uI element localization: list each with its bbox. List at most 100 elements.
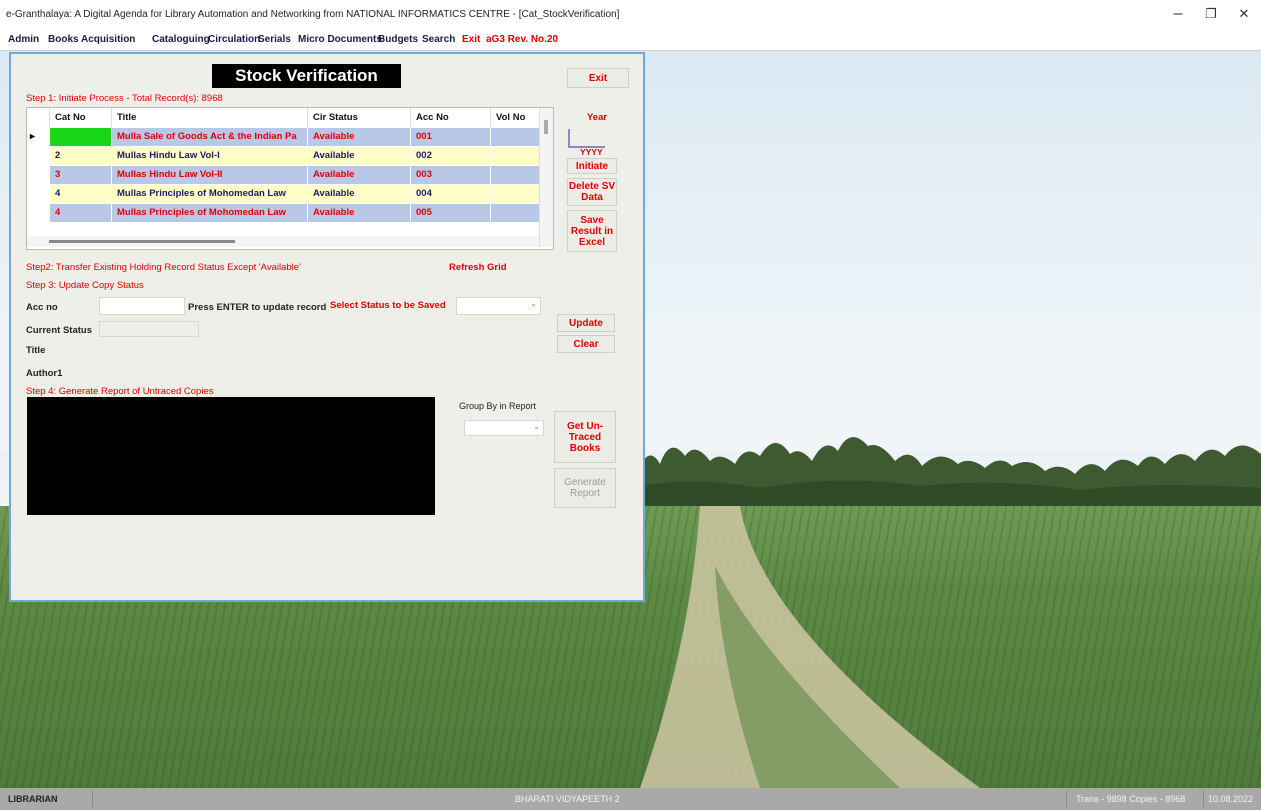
cell-acc-no[interactable]: 002 [410, 145, 491, 166]
step3-label: Step 3: Update Copy Status [26, 280, 144, 291]
delete-sv-data-button[interactable]: Delete SV Data [567, 178, 617, 206]
cell-cat-no[interactable]: 4 [49, 183, 112, 204]
menu-books-acquisition[interactable]: Books Acquisition [48, 34, 135, 45]
cell-cat-no[interactable] [49, 126, 112, 147]
table-row[interactable]: ▸ Mulla Sale of Goods Act & the Indian P… [27, 126, 540, 147]
row-indicator [27, 183, 50, 204]
group-by-select[interactable]: ⌄ [464, 420, 544, 436]
report-output-area [27, 397, 435, 515]
cell-title[interactable]: Mullas Hindu Law Vol-II [111, 164, 308, 185]
window-titlebar: e-Granthalaya: A Digital Agenda for Libr… [0, 0, 1261, 30]
select-status-label: Select Status to be Saved [330, 300, 446, 311]
year-label: Year [587, 112, 608, 123]
cell-vol-no[interactable] [490, 202, 540, 223]
status-user: LIBRARIAN [8, 794, 58, 804]
close-button[interactable]: ✕ [1229, 2, 1259, 26]
grid-header-cat-no[interactable]: Cat No [49, 108, 112, 127]
save-excel-button[interactable]: Save Result in Excel [567, 210, 617, 252]
cell-acc-no[interactable]: 004 [410, 183, 491, 204]
cell-status[interactable]: Available [307, 164, 411, 185]
chevron-down-icon: ⌄ [530, 299, 537, 308]
menu-search[interactable]: Search [422, 34, 455, 45]
table-row[interactable]: 2 Mullas Hindu Law Vol-I Available 002 [27, 145, 540, 166]
menu-micro-documents[interactable]: Micro Documents [298, 34, 382, 45]
status-bar: LIBRARIAN BHARATI VIDYAPEETH 2 Trans - 9… [0, 788, 1261, 810]
window-title: e-Granthalaya: A Digital Agenda for Libr… [6, 9, 620, 20]
press-enter-label: Press ENTER to update record [188, 302, 327, 313]
cell-vol-no[interactable] [490, 126, 540, 147]
grid-header-vol-no[interactable]: Vol No [490, 108, 540, 127]
menu-bar: Admin Books Acquisition Cataloguing Circ… [0, 30, 1261, 51]
cell-status[interactable]: Available [307, 202, 411, 223]
year-placeholder: YYYY [580, 147, 603, 157]
status-separator [1203, 791, 1204, 807]
form-title: Stock Verification [212, 64, 401, 88]
menu-budgets[interactable]: Budgets [378, 34, 418, 45]
exit-button[interactable]: Exit [567, 68, 629, 88]
year-input[interactable] [567, 127, 607, 149]
records-grid[interactable]: Cat No Title Cir Status Acc No Vol No ▸ … [26, 107, 554, 250]
clear-button[interactable]: Clear [557, 335, 615, 353]
refresh-grid-link[interactable]: Refresh Grid [449, 262, 507, 273]
scroll-thumb[interactable] [544, 120, 548, 134]
title-label: Title [26, 345, 46, 356]
cell-status[interactable]: Available [307, 126, 411, 147]
cell-vol-no[interactable] [490, 164, 540, 185]
grid-header-title[interactable]: Title [111, 108, 308, 127]
status-separator [1066, 791, 1067, 807]
initiate-button[interactable]: Initiate [567, 158, 617, 174]
scroll-thumb[interactable] [49, 240, 235, 243]
table-row[interactable]: 3 Mullas Hindu Law Vol-II Available 003 [27, 164, 540, 185]
grid-header-cir-status[interactable]: Cir Status [307, 108, 411, 127]
year-input-frame-icon [568, 129, 605, 148]
group-by-label: Group By in Report [459, 401, 537, 411]
cell-title[interactable]: Mullas Principles of Mohomedan Law [111, 183, 308, 204]
cell-cat-no[interactable]: 4 [49, 202, 112, 223]
step4-label: Step 4: Generate Report of Untraced Copi… [26, 386, 214, 397]
generate-report-button[interactable]: Generate Report [554, 468, 616, 508]
row-indicator: ▸ [27, 126, 50, 147]
menu-cataloguing[interactable]: Cataloguing [152, 34, 210, 45]
table-row[interactable]: 4 Mullas Principles of Mohomedan Law Ava… [27, 183, 540, 204]
menu-exit[interactable]: Exit [462, 34, 480, 45]
table-row[interactable]: 4 Mullas Principles of Mohomedan Law Ava… [27, 202, 540, 223]
restore-button[interactable]: ❐ [1196, 2, 1226, 26]
cell-cat-no[interactable]: 2 [49, 145, 112, 166]
acc-no-input[interactable] [99, 297, 185, 315]
status-counts: Trans - 9898 Copies - 8968 [1076, 794, 1186, 804]
update-button[interactable]: Update [557, 314, 615, 332]
row-indicator [27, 202, 50, 223]
cell-status[interactable]: Available [307, 145, 411, 166]
grid-header: Cat No Title Cir Status Acc No Vol No [27, 108, 540, 127]
current-status-label: Current Status [26, 325, 92, 336]
cell-vol-no[interactable] [490, 145, 540, 166]
status-separator [92, 791, 93, 807]
cell-title[interactable]: Mullas Principles of Mohomedan Law [111, 202, 308, 223]
chevron-down-icon: ⌄ [533, 422, 540, 431]
stock-verification-form: Stock Verification Exit Step 1: Initiate… [9, 52, 645, 602]
cell-cat-no[interactable]: 3 [49, 164, 112, 185]
status-institution: BHARATI VIDYAPEETH 2 [515, 794, 620, 804]
cell-vol-no[interactable] [490, 183, 540, 204]
cell-acc-no[interactable]: 001 [410, 126, 491, 147]
status-date: 10.08.2022 [1208, 794, 1254, 804]
author-label: Author1 [26, 368, 63, 379]
cell-status[interactable]: Available [307, 183, 411, 204]
menu-admin[interactable]: Admin [8, 34, 39, 45]
row-indicator [27, 145, 50, 166]
grid-header-indicator [27, 108, 50, 127]
acc-no-label: Acc no [26, 302, 58, 313]
grid-vertical-scrollbar[interactable] [539, 108, 553, 247]
menu-circulation[interactable]: Circulation [208, 34, 260, 45]
cell-acc-no[interactable]: 003 [410, 164, 491, 185]
get-untraced-books-button[interactable]: Get Un-Traced Books [554, 411, 616, 463]
cell-acc-no[interactable]: 005 [410, 202, 491, 223]
minimize-button[interactable]: – [1163, 2, 1193, 26]
menu-revision: aG3 Rev. No.20 [486, 34, 559, 45]
menu-serials[interactable]: Serials [258, 34, 291, 45]
status-select[interactable]: ⌄ [456, 297, 541, 315]
cell-title[interactable]: Mulla Sale of Goods Act & the Indian Pa [111, 126, 308, 147]
grid-header-acc-no[interactable]: Acc No [410, 108, 491, 127]
cell-title[interactable]: Mullas Hindu Law Vol-I [111, 145, 308, 166]
grid-horizontal-scrollbar[interactable] [27, 236, 539, 247]
